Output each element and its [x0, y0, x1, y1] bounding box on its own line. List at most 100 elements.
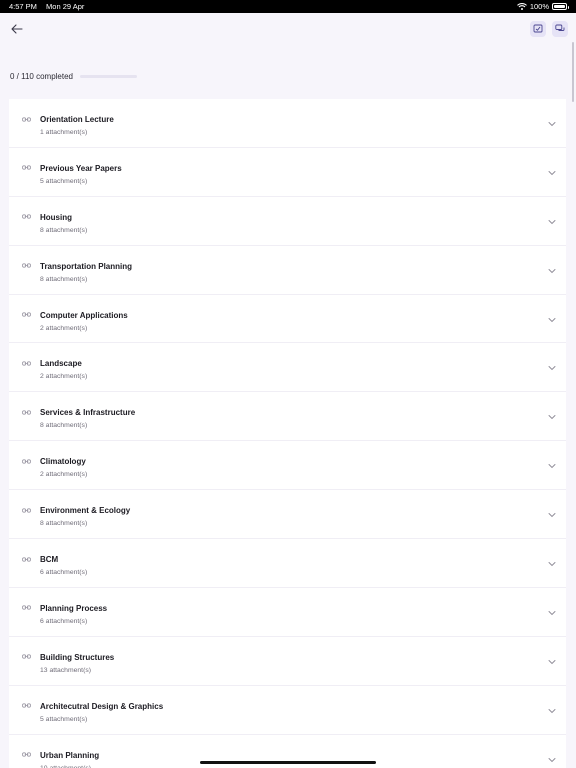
module-attachments: 2 attachment(s): [40, 324, 88, 332]
module-text: Landscape 2 attachment(s): [40, 359, 87, 381]
scrollbar[interactable]: [572, 42, 574, 102]
chevron-down-icon[interactable]: [548, 757, 556, 763]
battery-percent: 100%: [529, 2, 549, 11]
module-title: Planning Process: [40, 603, 108, 613]
module-text: BCM 6 attachment(s): [40, 555, 87, 577]
link-icon: [22, 605, 31, 611]
chevron-down-icon[interactable]: [548, 219, 556, 225]
module-attachments: 13 attachment(s): [40, 666, 91, 674]
module-title: Building Structures: [40, 652, 115, 662]
module-title: Architecutral Design & Graphics: [40, 701, 164, 711]
home-indicator[interactable]: [200, 761, 376, 764]
chevron-down-icon[interactable]: [548, 659, 556, 665]
module-attachments: 6 attachment(s): [40, 569, 88, 577]
module-title: Computer Applications: [40, 310, 128, 320]
module-text: Climatology 2 attachment(s): [40, 457, 87, 479]
link-icon: [22, 654, 31, 660]
module-attachments: 2 attachment(s): [40, 471, 88, 479]
link-icon: [22, 165, 31, 171]
module-text: Previous Year Papers 5 attachment(s): [40, 164, 122, 186]
link-icon: [22, 458, 31, 464]
module-text: Services & Infrastructure 8 attachment(s…: [40, 408, 135, 430]
progress-row: 0 / 110 completed: [10, 72, 138, 81]
back-arrow-icon: [11, 24, 23, 34]
link-icon: [22, 312, 31, 318]
link-icon: [22, 409, 31, 415]
module-item[interactable]: Climatology 2 attachment(s): [9, 441, 566, 491]
module-title: Climatology: [40, 457, 86, 467]
chevron-down-icon[interactable]: [548, 561, 556, 567]
module-title: Services & Infrastructure: [40, 408, 136, 418]
module-list: Orientation Lecture 1 attachment(s) Prev…: [9, 99, 566, 768]
module-attachments: 8 attachment(s): [40, 226, 88, 234]
link-icon: [22, 214, 31, 220]
link-icon: [22, 556, 31, 562]
feedback-icon: [533, 24, 543, 33]
link-icon: [22, 703, 31, 709]
status-left: 4:57 PM Mon 29 Apr: [9, 2, 91, 11]
module-item[interactable]: Computer Applications 2 attachment(s): [9, 294, 566, 344]
module-text: Transportation Planning 8 attachment(s): [40, 262, 132, 284]
link-icon: [22, 263, 31, 269]
status-date: Mon 29 Apr: [46, 2, 85, 11]
module-item[interactable]: Orientation Lecture 1 attachment(s): [9, 99, 566, 148]
module-title: Landscape: [40, 359, 82, 369]
module-title: Orientation Lecture: [40, 115, 114, 124]
chat-button[interactable]: [552, 21, 568, 37]
module-attachments: 8 attachment(s): [40, 275, 88, 283]
module-item[interactable]: Landscape 2 attachment(s): [9, 343, 566, 393]
module-item[interactable]: Services & Infrastructure 8 attachment(s…: [9, 392, 566, 442]
module-attachments: 8 attachment(s): [40, 520, 88, 528]
status-bar: 4:57 PM Mon 29 Apr 100%: [0, 0, 576, 13]
module-title: BCM: [40, 555, 59, 565]
module-title: Housing: [40, 212, 72, 222]
module-item[interactable]: Transportation Planning 8 attachment(s): [9, 245, 566, 295]
module-text: Architecutral Design & Graphics 5 attach…: [40, 702, 163, 724]
chevron-down-icon[interactable]: [548, 268, 556, 274]
chevron-down-icon[interactable]: [548, 317, 556, 323]
chat-icon: [555, 24, 565, 31]
progress-label: 0 / 110 completed: [10, 72, 74, 81]
module-attachments: 10 attachment(s): [40, 764, 99, 768]
chevron-down-icon[interactable]: [548, 463, 556, 469]
progress-bar: [80, 75, 138, 78]
module-attachments: 8 attachment(s): [40, 422, 88, 430]
module-text: Planning Process 6 attachment(s): [40, 604, 107, 626]
module-text: Environment & Ecology 8 attachment(s): [40, 506, 130, 528]
chevron-down-icon[interactable]: [548, 708, 556, 714]
module-item[interactable]: Previous Year Papers 5 attachment(s): [9, 147, 566, 197]
module-item[interactable]: Housing 8 attachment(s): [9, 196, 566, 246]
module-attachments: 5 attachment(s): [40, 715, 88, 723]
module-text: Computer Applications 2 attachment(s): [40, 311, 128, 333]
module-attachments: 6 attachment(s): [40, 617, 88, 625]
top-actions: [530, 21, 568, 37]
status-time: 4:57 PM: [9, 2, 37, 11]
module-text: Orientation Lecture 1 attachment(s): [40, 115, 114, 137]
chevron-down-icon[interactable]: [548, 512, 556, 518]
module-text: Urban Planning 10 attachment(s): [40, 751, 99, 768]
link-icon: [22, 507, 31, 513]
link-icon: [22, 360, 31, 366]
feedback-button[interactable]: [530, 21, 546, 37]
module-attachments: 1 attachment(s): [40, 129, 88, 136]
module-item[interactable]: Environment & Ecology 8 attachment(s): [9, 490, 566, 540]
module-item[interactable]: BCM 6 attachment(s): [9, 539, 566, 588]
chevron-down-icon[interactable]: [548, 365, 556, 371]
link-icon: [22, 752, 31, 758]
status-right: 100%: [516, 2, 569, 11]
wifi-icon: [516, 3, 527, 10]
chevron-down-icon[interactable]: [548, 414, 556, 420]
chevron-down-icon[interactable]: [548, 170, 556, 176]
module-item[interactable]: Architecutral Design & Graphics 5 attach…: [9, 685, 566, 735]
chevron-down-icon[interactable]: [548, 610, 556, 616]
module-title: Transportation Planning: [40, 261, 133, 271]
module-item[interactable]: Building Structures 13 attachment(s): [9, 636, 566, 686]
chevron-down-icon[interactable]: [548, 121, 556, 127]
back-button[interactable]: [9, 21, 25, 37]
module-text: Housing 8 attachment(s): [40, 213, 87, 235]
battery-icon: [552, 3, 569, 10]
module-item[interactable]: Planning Process 6 attachment(s): [9, 587, 566, 637]
module-text: Building Structures 13 attachment(s): [40, 653, 114, 675]
module-title: Previous Year Papers: [40, 163, 122, 173]
module-attachments: 5 attachment(s): [40, 177, 88, 185]
